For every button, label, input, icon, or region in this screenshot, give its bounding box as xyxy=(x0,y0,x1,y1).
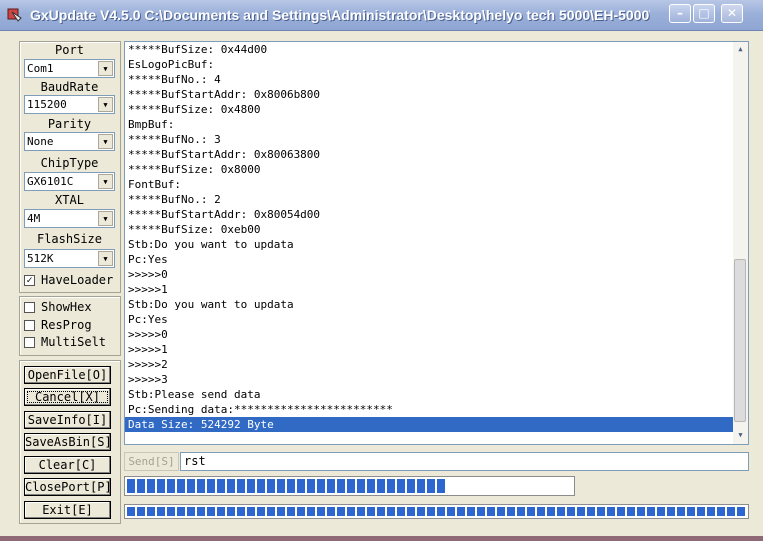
port-label: Port xyxy=(55,43,84,57)
baudrate-select[interactable]: 115200 ▼ xyxy=(24,95,115,114)
chevron-down-icon[interactable]: ▼ xyxy=(98,61,113,76)
chiptype-label: ChipType xyxy=(40,156,99,170)
flashsize-value: 512K xyxy=(27,252,54,265)
log-line[interactable]: Pc:Yes xyxy=(125,252,733,267)
log-output[interactable]: *****BufSize: 0x44d00 EsLogoPicBuf: *****B… xyxy=(124,41,749,445)
log-line[interactable]: Data Size: 524292 Byte xyxy=(125,417,733,432)
log-lines: *****BufSize: 0x44d00 EsLogoPicBuf: *****B… xyxy=(125,42,733,432)
saveinfo-button[interactable]: SaveInfo[I] xyxy=(24,411,111,429)
clear-button[interactable]: Clear[C] xyxy=(24,456,111,474)
log-line[interactable]: *****BufStartAddr: 0x80063800 xyxy=(125,147,733,162)
app-window: GxUpdate V4.5.0 C:\Documents and Setting… xyxy=(0,0,763,536)
resprog-label[interactable]: ResProg xyxy=(41,318,92,332)
multiselt-checkbox[interactable] xyxy=(24,337,35,348)
showhex-checkbox[interactable] xyxy=(24,302,35,313)
checkmark-icon: ✓ xyxy=(26,275,33,286)
saveasbin-button[interactable]: SaveAsBin[S] xyxy=(24,433,112,451)
log-line[interactable]: *****BufStartAddr: 0x80054d00 xyxy=(125,207,733,222)
log-line[interactable]: Stb:Do you want to updata xyxy=(125,297,733,312)
chiptype-value: GX6101C xyxy=(27,175,74,188)
log-line[interactable]: *****BufStartAddr: 0x8006b800 xyxy=(125,87,733,102)
send-input[interactable]: rst xyxy=(180,452,749,471)
openfile-button[interactable]: OpenFile[O] xyxy=(24,366,111,384)
haveloader-checkbox[interactable]: ✓ xyxy=(24,275,35,286)
chevron-down-icon[interactable]: ▼ xyxy=(98,174,113,189)
parity-select[interactable]: None ▼ xyxy=(24,132,115,151)
chiptype-select[interactable]: GX6101C ▼ xyxy=(24,172,115,191)
maximize-icon[interactable]: □ xyxy=(693,4,715,23)
flashsize-select[interactable]: 512K ▼ xyxy=(24,249,115,268)
title-bar[interactable]: GxUpdate V4.5.0 C:\Documents and Setting… xyxy=(0,0,763,31)
app-icon xyxy=(7,8,22,22)
progress-bar-current xyxy=(124,476,575,496)
port-value: Com1 xyxy=(27,62,54,75)
scroll-down-icon[interactable]: ▼ xyxy=(736,431,745,439)
port-select[interactable]: Com1 ▼ xyxy=(24,59,115,78)
log-line[interactable]: *****BufSize: 0x8000 xyxy=(125,162,733,177)
window-title: GxUpdate V4.5.0 C:\Documents and Setting… xyxy=(30,7,650,23)
log-line[interactable]: *****BufNo.: 3 xyxy=(125,132,733,147)
parity-label: Parity xyxy=(47,117,92,131)
progress-fill-current xyxy=(127,479,447,493)
chevron-down-icon[interactable]: ▼ xyxy=(98,251,113,266)
log-line[interactable]: BmpBuf: xyxy=(125,117,733,132)
log-line[interactable]: >>>>>2 xyxy=(125,357,733,372)
log-scrollbar[interactable]: ▲ ▼ xyxy=(733,42,748,444)
chevron-down-icon[interactable]: ▼ xyxy=(98,134,113,149)
resprog-checkbox[interactable] xyxy=(24,320,35,331)
multiselt-label[interactable]: MultiSelt xyxy=(41,335,106,349)
log-line[interactable]: >>>>>1 xyxy=(125,282,733,297)
chevron-down-icon[interactable]: ▼ xyxy=(98,97,113,112)
send-button[interactable]: Send[S] xyxy=(124,452,179,471)
log-line[interactable]: Stb:Do you want to updata xyxy=(125,237,733,252)
log-line[interactable]: Pc:Yes xyxy=(125,312,733,327)
log-line[interactable]: >>>>>0 xyxy=(125,267,733,282)
log-line[interactable]: Pc:Sending data:************************ xyxy=(125,402,733,417)
log-line[interactable]: *****BufSize: 0x44d00 xyxy=(125,42,733,57)
progress-bar-total xyxy=(124,504,749,519)
minimize-icon[interactable]: – xyxy=(669,4,691,23)
log-line[interactable]: *****BufSize: 0xeb00 xyxy=(125,222,733,237)
log-line[interactable]: Stb:Please send data xyxy=(125,387,733,402)
log-line[interactable]: >>>>>3 xyxy=(125,372,733,387)
parity-value: None xyxy=(27,135,54,148)
haveloader-label[interactable]: HaveLoader xyxy=(41,273,113,287)
xtal-value: 4M xyxy=(27,212,41,225)
log-line[interactable]: EsLogoPicBuf: xyxy=(125,57,733,72)
flashsize-label: FlashSize xyxy=(36,232,103,246)
scroll-up-icon[interactable]: ▲ xyxy=(736,45,745,53)
log-line[interactable]: >>>>>1 xyxy=(125,342,733,357)
progress-fill-total xyxy=(127,507,746,516)
cancel-button[interactable]: Cancel[X] xyxy=(24,388,111,406)
log-line[interactable]: *****BufNo.: 4 xyxy=(125,72,733,87)
xtal-label: XTAL xyxy=(55,193,84,207)
closeport-button[interactable]: ClosePort[P] xyxy=(24,478,112,496)
log-line[interactable]: >>>>>0 xyxy=(125,327,733,342)
xtal-select[interactable]: 4M ▼ xyxy=(24,209,115,228)
baudrate-value: 115200 xyxy=(27,98,67,111)
close-icon[interactable]: ✕ xyxy=(721,4,743,23)
log-line[interactable]: *****BufSize: 0x4800 xyxy=(125,102,733,117)
chevron-down-icon[interactable]: ▼ xyxy=(98,211,113,226)
baudrate-label: BaudRate xyxy=(40,80,99,94)
exit-button[interactable]: Exit[E] xyxy=(24,501,111,519)
showhex-label[interactable]: ShowHex xyxy=(41,300,92,314)
log-line[interactable]: FontBuf: xyxy=(125,177,733,192)
log-line[interactable]: *****BufNo.: 2 xyxy=(125,192,733,207)
scrollbar-thumb[interactable] xyxy=(734,259,746,422)
